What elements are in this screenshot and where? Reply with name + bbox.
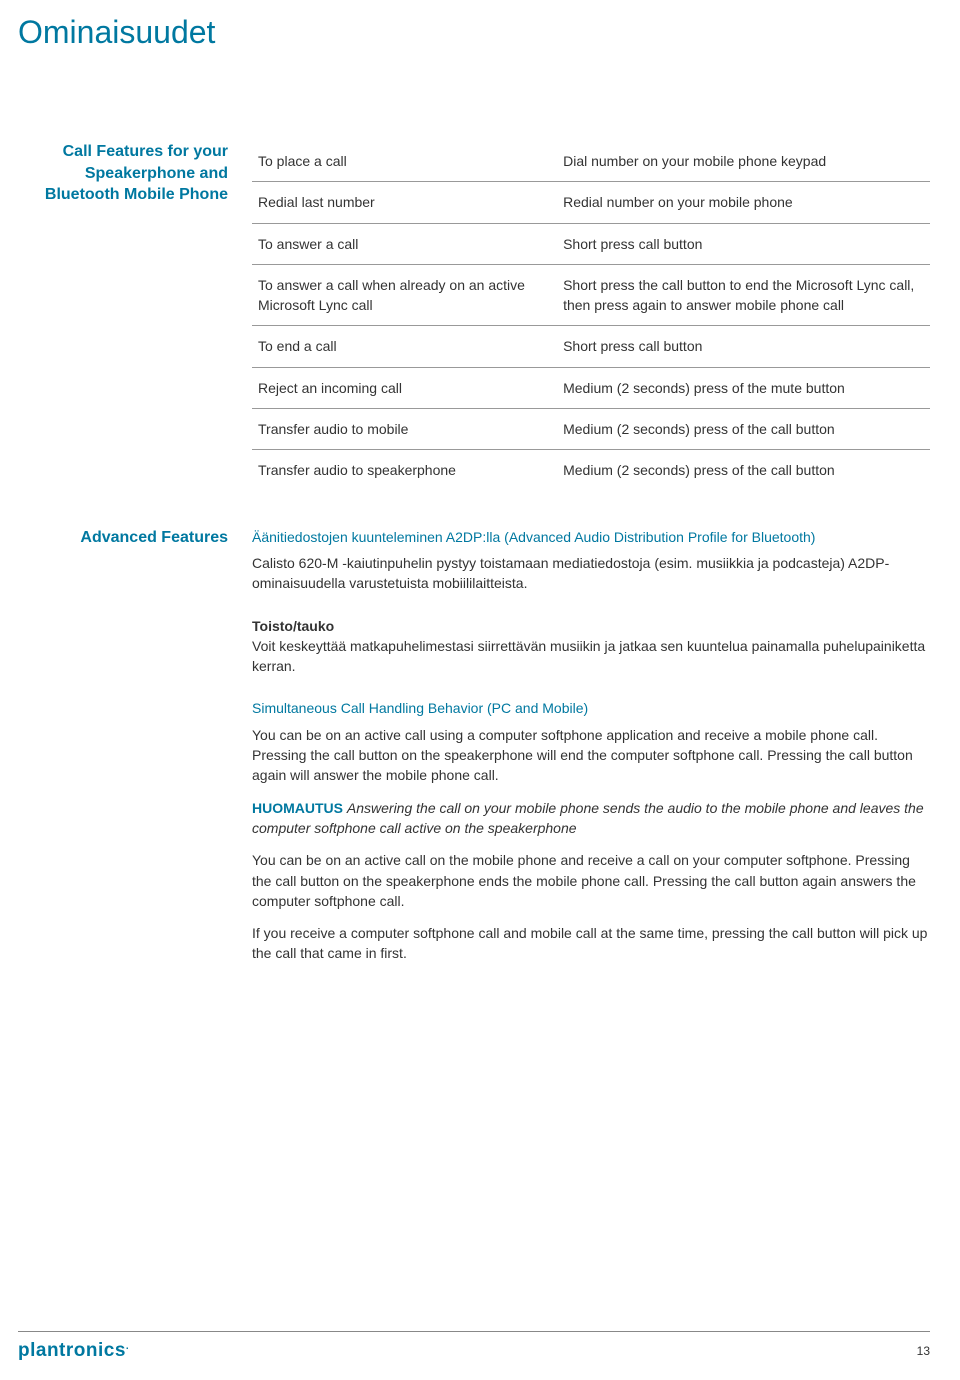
- table-row: To end a callShort press call button: [252, 326, 930, 367]
- table-row: Transfer audio to mobileMedium (2 second…: [252, 409, 930, 450]
- features-table: To place a callDial number on your mobil…: [252, 141, 930, 491]
- note-label: HUOMAUTUS: [252, 800, 343, 816]
- playpause-desc: Voit keskeyttää matkapuhelimestasi siirr…: [252, 636, 930, 677]
- table-row: Reject an incoming callMedium (2 seconds…: [252, 367, 930, 408]
- sim-p1: You can be on an active call using a com…: [252, 725, 930, 786]
- table-row: To place a callDial number on your mobil…: [252, 141, 930, 182]
- sim-p2: You can be on an active call on the mobi…: [252, 850, 930, 911]
- sim-p3: If you receive a computer softphone call…: [252, 923, 930, 964]
- simultaneous-heading: Simultaneous Call Handling Behavior (PC …: [252, 698, 930, 718]
- a2dp-heading: Äänitiedostojen kuunteleminen A2DP:lla (…: [252, 527, 930, 547]
- features-heading: Call Features for your Speakerphone and …: [18, 141, 252, 491]
- page-title: Ominaisuudet: [0, 0, 960, 51]
- table-row: Transfer audio to speakerphoneMedium (2 …: [252, 450, 930, 491]
- a2dp-desc: Calisto 620-M -kaiutinpuhelin pystyy toi…: [252, 553, 930, 594]
- playpause-heading: Toisto/tauko: [252, 616, 930, 636]
- note-line: HUOMAUTUS Answering the call on your mob…: [252, 798, 930, 839]
- table-row: To answer a callShort press call button: [252, 223, 930, 264]
- note-text: Answering the call on your mobile phone …: [252, 800, 924, 836]
- table-row: To answer a call when already on an acti…: [252, 264, 930, 326]
- page-number: 13: [917, 1344, 930, 1358]
- advanced-heading: Advanced Features: [18, 527, 252, 976]
- brand-logo: plantronics: [18, 1340, 129, 1362]
- table-row: Redial last numberRedial number on your …: [252, 182, 930, 223]
